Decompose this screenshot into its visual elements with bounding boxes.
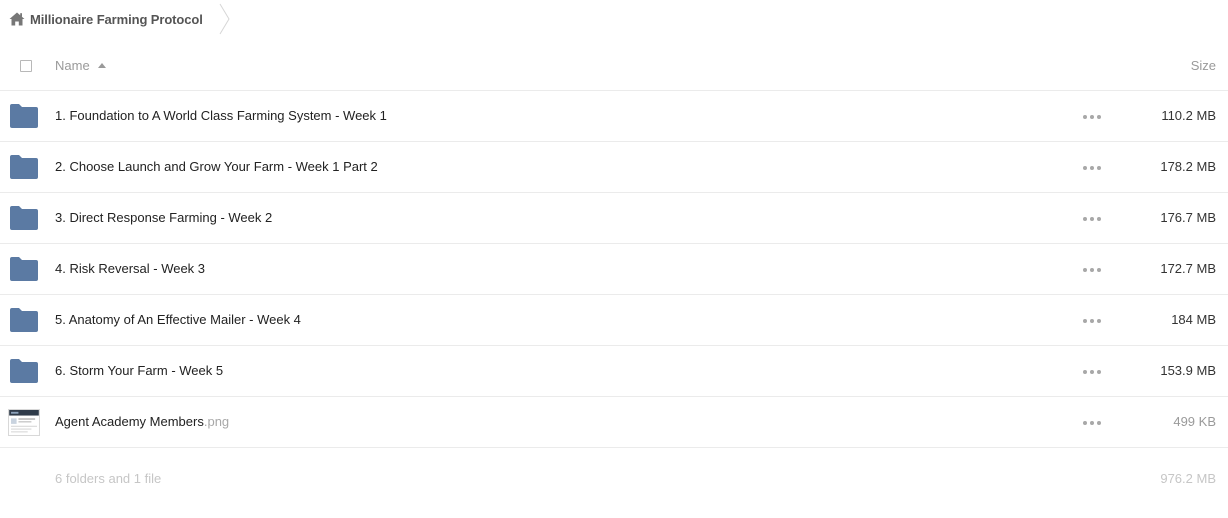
file-list: 1. Foundation to A World Class Farming S… — [0, 91, 1228, 448]
folder-icon — [10, 104, 38, 128]
item-name[interactable]: 5. Anatomy of An Effective Mailer - Week… — [55, 312, 301, 327]
more-actions-icon[interactable] — [1083, 112, 1101, 122]
item-size: 153.9 MB — [1160, 363, 1216, 378]
name-column-label: Name — [55, 58, 90, 73]
item-size: 178.2 MB — [1160, 159, 1216, 174]
image-thumbnail-icon — [8, 409, 40, 436]
list-item[interactable]: 1. Foundation to A World Class Farming S… — [0, 91, 1228, 142]
folder-icon — [10, 257, 38, 281]
folder-icon — [10, 206, 38, 230]
item-count-summary: 6 folders and 1 file — [55, 471, 162, 486]
folder-icon — [10, 308, 38, 332]
name-column-header[interactable]: Name — [55, 58, 106, 73]
list-header: Name Size — [0, 40, 1228, 91]
home-icon — [9, 12, 25, 26]
item-size: 184 MB — [1171, 312, 1216, 327]
folder-icon — [10, 359, 38, 383]
item-name[interactable]: 3. Direct Response Farming - Week 2 — [55, 210, 272, 225]
breadcrumb-separator-icon — [219, 3, 230, 35]
more-actions-icon[interactable] — [1083, 418, 1101, 428]
sort-ascending-icon — [97, 63, 106, 68]
item-size: 499 KB — [1173, 414, 1216, 429]
item-size: 110.2 MB — [1161, 108, 1216, 123]
breadcrumb-label: Millionaire Farming Protocol — [30, 11, 203, 27]
list-item[interactable]: 6. Storm Your Farm - Week 5 153.9 MB — [0, 346, 1228, 397]
list-footer: 6 folders and 1 file 976.2 MB — [0, 466, 1228, 490]
total-size: 976.2 MB — [1160, 471, 1216, 486]
list-item[interactable]: Agent Academy Members.png 499 KB — [0, 397, 1228, 448]
item-size: 176.7 MB — [1160, 210, 1216, 225]
item-name[interactable]: Agent Academy Members.png — [55, 414, 229, 429]
item-size: 172.7 MB — [1160, 261, 1216, 276]
list-item[interactable]: 3. Direct Response Farming - Week 2 176.… — [0, 193, 1228, 244]
list-item[interactable]: 4. Risk Reversal - Week 3 172.7 MB — [0, 244, 1228, 295]
breadcrumb-current[interactable]: Millionaire Farming Protocol — [9, 9, 203, 29]
more-actions-icon[interactable] — [1083, 316, 1101, 326]
list-item[interactable]: 2. Choose Launch and Grow Your Farm - We… — [0, 142, 1228, 193]
breadcrumb: Millionaire Farming Protocol — [0, 0, 1228, 38]
item-name[interactable]: 1. Foundation to A World Class Farming S… — [55, 108, 387, 123]
more-actions-icon[interactable] — [1083, 214, 1101, 224]
list-item[interactable]: 5. Anatomy of An Effective Mailer - Week… — [0, 295, 1228, 346]
file-browser: Millionaire Farming Protocol Name Size 1… — [0, 0, 1228, 518]
select-all-checkbox[interactable] — [20, 60, 32, 72]
more-actions-icon[interactable] — [1083, 367, 1101, 377]
item-name[interactable]: 6. Storm Your Farm - Week 5 — [55, 363, 223, 378]
item-name[interactable]: 4. Risk Reversal - Week 3 — [55, 261, 205, 276]
folder-icon — [10, 155, 38, 179]
more-actions-icon[interactable] — [1083, 265, 1101, 275]
item-name[interactable]: 2. Choose Launch and Grow Your Farm - We… — [55, 159, 378, 174]
more-actions-icon[interactable] — [1083, 163, 1101, 173]
size-column-header[interactable]: Size — [1191, 58, 1216, 73]
